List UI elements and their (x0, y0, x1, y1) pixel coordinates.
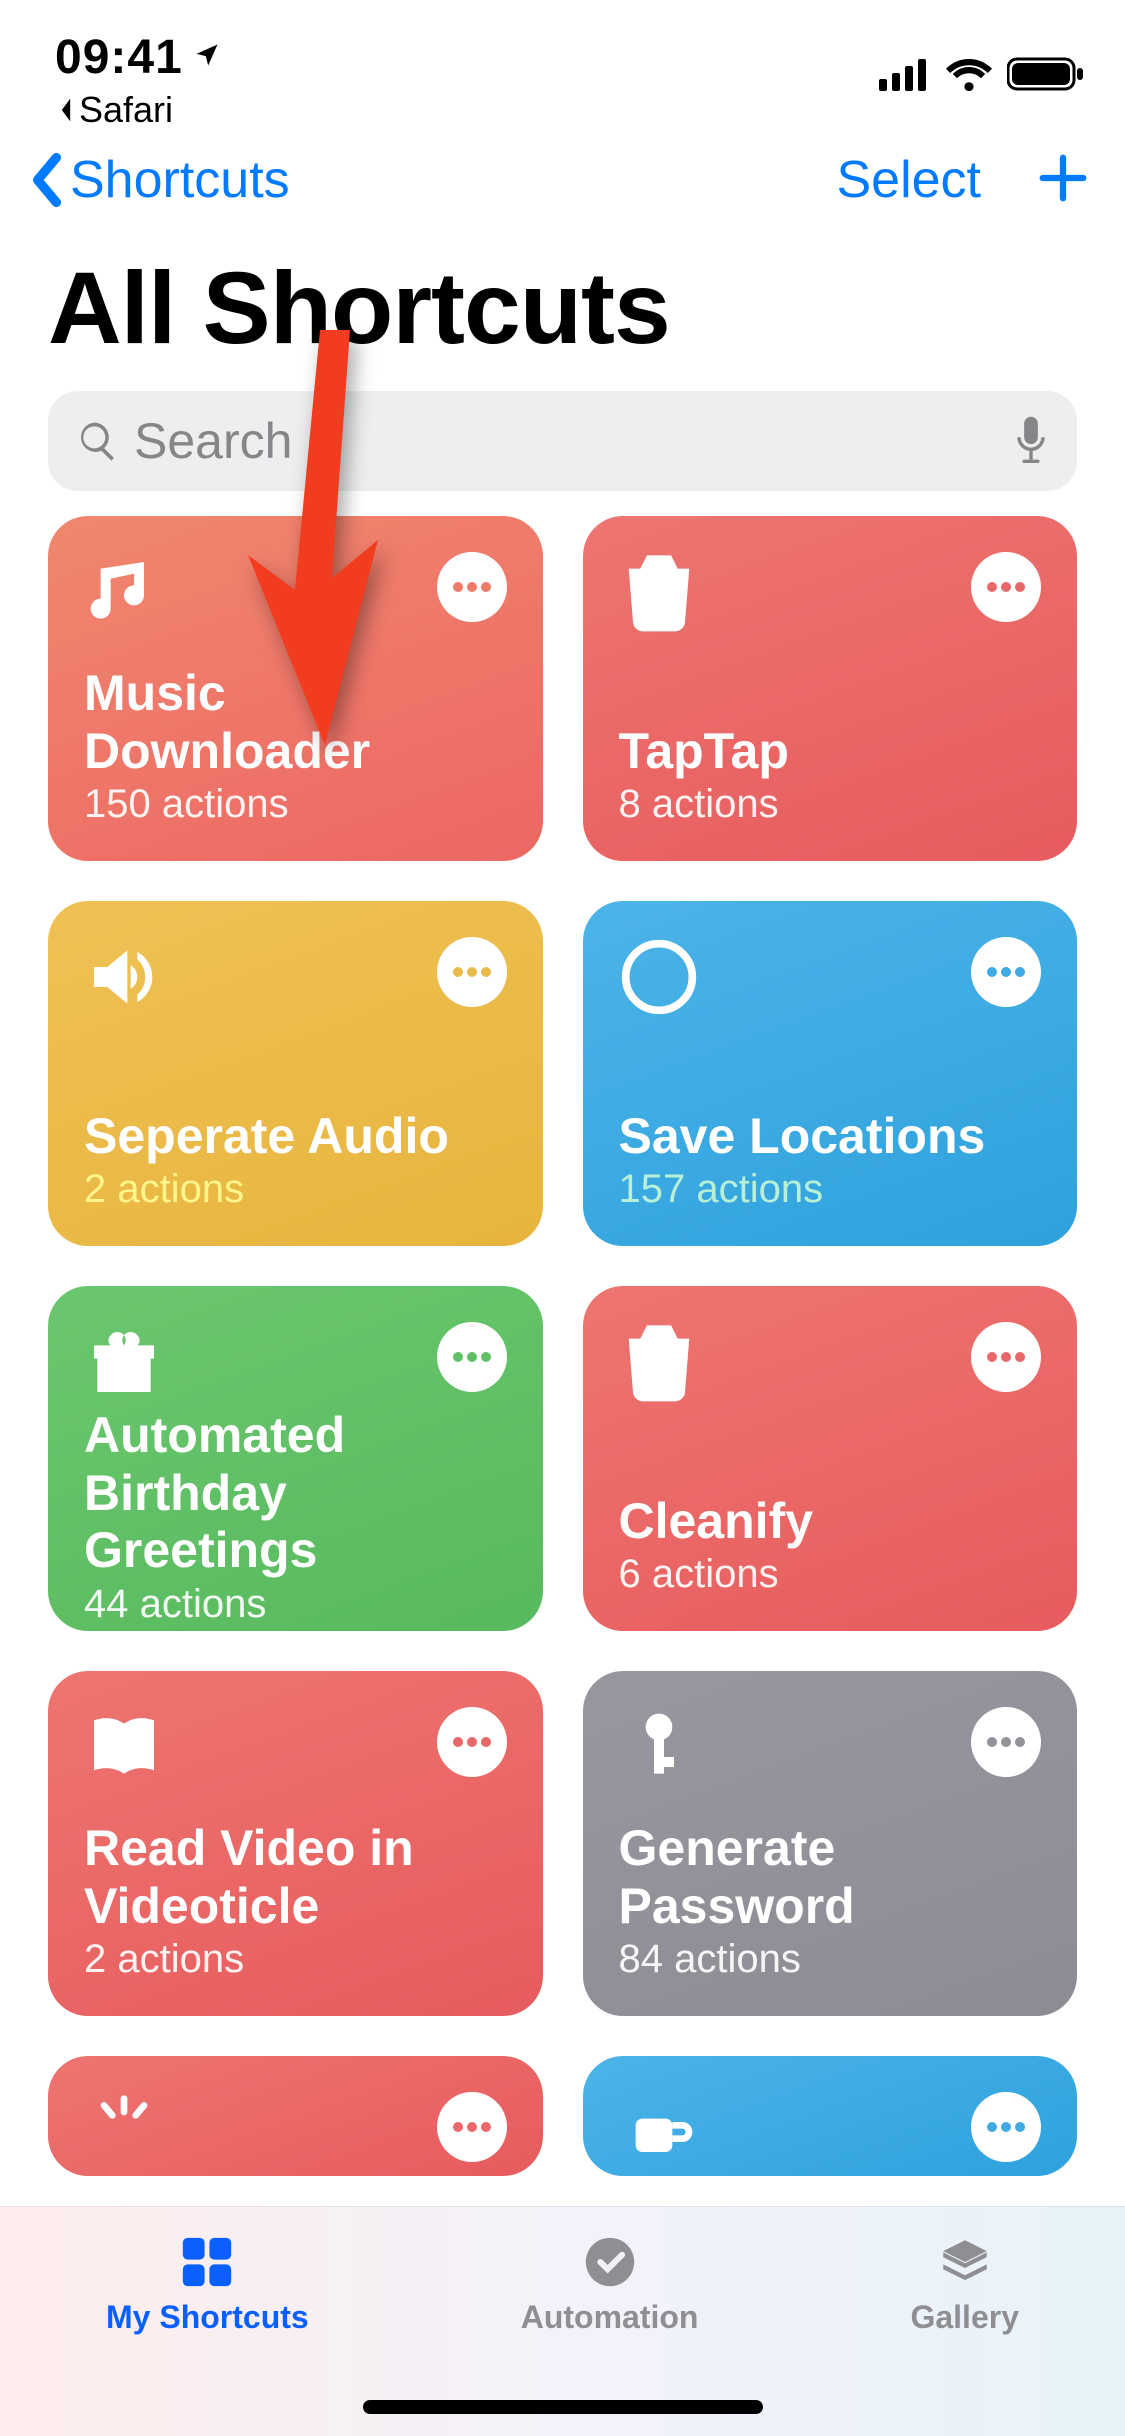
shortcut-card[interactable] (48, 2056, 543, 2176)
back-to-app-button[interactable]: Safari (55, 89, 221, 131)
card-title: TapTap (619, 723, 1042, 781)
back-button[interactable]: Shortcuts (28, 150, 290, 210)
home-indicator[interactable] (363, 2400, 763, 2414)
card-more-button[interactable] (437, 552, 507, 622)
card-more-button[interactable] (971, 2092, 1041, 2162)
card-more-button[interactable] (971, 1322, 1041, 1392)
select-button[interactable]: Select (836, 150, 981, 210)
card-more-button[interactable] (437, 1322, 507, 1392)
tab-gallery[interactable]: Gallery (910, 2233, 1019, 2336)
music-icon (84, 552, 164, 637)
card-title: Music Downloader (84, 665, 507, 780)
card-actions: 150 actions (84, 782, 507, 827)
wifi-icon (945, 57, 993, 91)
speaker-icon (84, 937, 164, 1022)
trash-icon (619, 1322, 699, 1407)
card-title: Automated Birthday Greetings (84, 1407, 507, 1580)
card-title: Save Locations (619, 1108, 1042, 1166)
shortcut-card[interactable] (583, 2056, 1078, 2176)
shortcut-card[interactable]: Music Downloader 150 actions (48, 516, 543, 861)
card-actions: 157 actions (619, 1167, 1042, 1212)
shortcut-card[interactable]: Automated Birthday Greetings 44 actions (48, 1286, 543, 1631)
card-actions: 8 actions (619, 782, 1042, 827)
tab-label: Gallery (910, 2299, 1019, 2336)
search-field[interactable] (48, 391, 1077, 491)
card-more-button[interactable] (437, 937, 507, 1007)
card-actions: 44 actions (84, 1582, 507, 1627)
gift-icon (84, 1322, 164, 1407)
back-label: Shortcuts (70, 150, 290, 210)
coffee-icon (619, 2092, 699, 2176)
back-app-label: Safari (79, 89, 173, 131)
card-title: Read Video in Videoticle (84, 1820, 507, 1935)
trash-icon (619, 552, 699, 637)
key-icon (619, 1707, 699, 1792)
dictation-icon[interactable] (1013, 415, 1049, 468)
status-time: 09:41 (55, 30, 183, 85)
tab-my-shortcuts[interactable]: My Shortcuts (106, 2233, 309, 2336)
safari-icon (619, 937, 699, 1022)
card-actions: 2 actions (84, 1167, 507, 1212)
book-icon (84, 1707, 164, 1792)
card-actions: 6 actions (619, 1552, 1042, 1597)
page-title: All Shortcuts (0, 220, 1125, 391)
status-bar: 09:41 Safari (0, 0, 1125, 130)
card-more-button[interactable] (437, 2092, 507, 2162)
card-title: Cleanify (619, 1493, 1042, 1551)
card-more-button[interactable] (971, 1707, 1041, 1777)
card-more-button[interactable] (971, 552, 1041, 622)
card-more-button[interactable] (437, 1707, 507, 1777)
card-title: Seperate Audio (84, 1108, 507, 1166)
tab-label: My Shortcuts (106, 2299, 309, 2336)
cellular-icon (879, 57, 931, 91)
tab-automation[interactable]: Automation (521, 2233, 699, 2336)
shortcut-card[interactable]: Cleanify 6 actions (583, 1286, 1078, 1631)
tab-label: Automation (521, 2299, 699, 2336)
shortcut-card[interactable]: Seperate Audio 2 actions (48, 901, 543, 1246)
loading-icon (84, 2092, 164, 2176)
card-title: Generate Password (619, 1820, 1042, 1935)
nav-bar: Shortcuts Select (0, 130, 1125, 220)
tab-bar: My Shortcuts Automation Gallery (0, 2206, 1125, 2436)
shortcut-card[interactable]: Read Video in Videoticle 2 actions (48, 1671, 543, 2016)
search-input[interactable] (134, 412, 999, 470)
card-actions: 84 actions (619, 1937, 1042, 1982)
shortcut-card[interactable]: TapTap 8 actions (583, 516, 1078, 861)
shortcut-card[interactable]: Generate Password 84 actions (583, 1671, 1078, 2016)
card-actions: 2 actions (84, 1937, 507, 1982)
location-icon (193, 41, 221, 74)
add-button[interactable] (1036, 151, 1090, 210)
card-more-button[interactable] (971, 937, 1041, 1007)
shortcut-card[interactable]: Save Locations 157 actions (583, 901, 1078, 1246)
shortcuts-grid: Music Downloader 150 actions TapTap 8 ac… (0, 516, 1125, 2176)
battery-icon (1007, 56, 1085, 92)
